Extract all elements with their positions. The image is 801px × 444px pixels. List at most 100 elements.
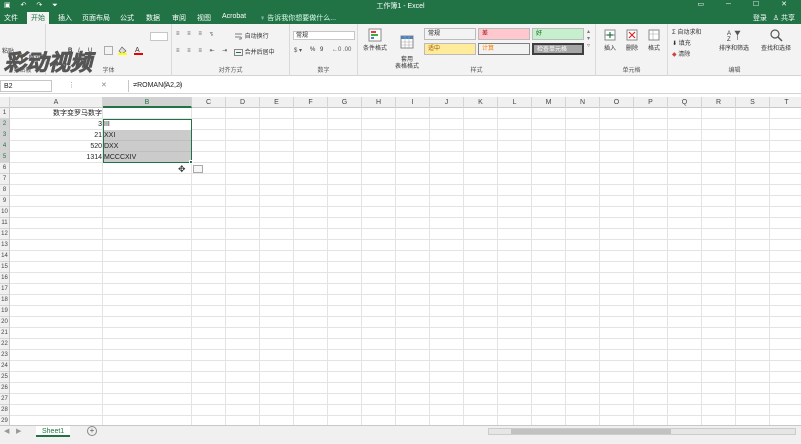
window-controls[interactable]: ▭ ─ ☐ ✕ [697,0,797,8]
sheet-nav-right-icon[interactable]: ▶ [16,427,21,435]
row-header-25[interactable]: 25 [0,372,10,383]
style-check-cell[interactable]: 检查单元格 [532,43,584,55]
tab-view[interactable]: 视图 [197,13,211,23]
style-good[interactable]: 好 [532,28,584,40]
row-header-18[interactable]: 18 [0,295,10,306]
cell-a3[interactable]: 21 [10,130,103,141]
share-button[interactable]: ♙ 共享 [773,15,795,22]
name-box[interactable]: B2 [0,80,52,92]
find-select-button[interactable]: 查找和选择 [756,28,796,52]
autosum-button[interactable]: Σ 自动求和 [672,27,701,36]
tell-me-search[interactable]: ♀ 告诉我你想要做什么... [260,13,336,23]
style-bad[interactable]: 差 [478,28,530,40]
style-calculation[interactable]: 计算 [478,43,530,55]
row-header-16[interactable]: 16 [0,273,10,284]
column-header-p[interactable]: P [634,97,668,108]
tab-review[interactable]: 审阅 [172,13,186,23]
percent-button[interactable]: % [310,47,315,53]
row-header-6[interactable]: 6 [0,163,10,174]
column-header-s[interactable]: S [736,97,770,108]
wrap-text-button[interactable]: 自动换行 [234,31,269,41]
row-header-13[interactable]: 13 [0,240,10,251]
style-neutral[interactable]: 适中 [424,43,476,55]
quick-analysis-icon[interactable] [193,165,203,173]
cell-a4[interactable]: 520 [10,141,103,152]
delete-cells-button[interactable]: 删除 [622,28,642,52]
font-size-combo[interactable] [150,32,168,41]
select-all-corner[interactable] [0,97,10,108]
tab-insert[interactable]: 插入 [58,13,72,23]
add-sheet-button[interactable]: + [87,426,97,436]
row-header-27[interactable]: 27 [0,394,10,405]
sheet-tab-sheet1[interactable]: Sheet1 [36,426,71,437]
row-header-26[interactable]: 26 [0,383,10,394]
row-header-22[interactable]: 22 [0,339,10,350]
row-header-8[interactable]: 8 [0,185,10,196]
row-header-11[interactable]: 11 [0,218,10,229]
horizontal-scroll-thumb[interactable] [511,429,671,434]
column-header-i[interactable]: I [396,97,430,108]
decimal-buttons[interactable]: ←0 .00 [332,47,351,53]
column-header-a[interactable]: A [10,97,103,108]
column-header-j[interactable]: J [430,97,464,108]
tab-page-layout[interactable]: 页面布局 [82,13,110,23]
column-header-f[interactable]: F [294,97,328,108]
cell-a1[interactable]: 数字变罗马数字 [10,108,103,119]
styles-scroll-arrows[interactable]: ▴ ▾ ▿ [587,28,590,49]
row-header-28[interactable]: 28 [0,405,10,416]
column-header-h[interactable]: H [362,97,396,108]
insert-cells-button[interactable]: 插入 [600,28,620,52]
cell-area[interactable]: ✥ 数字变罗马数字 3 III 21 XXI 520 DXX 1314 MCCCXIV [10,108,801,425]
number-format-combo[interactable]: 常规 [293,31,355,40]
column-header-n[interactable]: N [566,97,600,108]
format-cells-button[interactable]: 格式 [644,28,664,52]
align-top-row[interactable]: ≡ ≡ ≡ ⦪ [176,31,216,38]
row-header-4[interactable]: 4 [0,141,10,152]
cell-b5[interactable]: MCCCXIV [103,152,192,163]
tab-file[interactable]: 文件 [4,13,18,23]
row-header-15[interactable]: 15 [0,262,10,273]
row-header-14[interactable]: 14 [0,251,10,262]
comma-button[interactable]: 9 [320,47,323,53]
cell-a2[interactable]: 3 [10,119,103,130]
row-header-29[interactable]: 29 [0,416,10,425]
row-header-17[interactable]: 17 [0,284,10,295]
row-header-9[interactable]: 9 [0,196,10,207]
column-header-e[interactable]: E [260,97,294,108]
column-header-q[interactable]: Q [668,97,702,108]
column-header-g[interactable]: G [328,97,362,108]
column-header-o[interactable]: O [600,97,634,108]
sheet-nav-left-icon[interactable]: ◀ [4,427,9,435]
row-header-7[interactable]: 7 [0,174,10,185]
conditional-format-button[interactable]: 条件格式 [360,28,390,52]
tab-data[interactable]: 数据 [146,13,160,23]
column-header-t[interactable]: T [770,97,801,108]
currency-button[interactable]: $ ▾ [294,47,302,54]
row-header-20[interactable]: 20 [0,317,10,328]
column-header-m[interactable]: M [532,97,566,108]
merge-center-button[interactable]: 合并后居中 [234,47,275,57]
tab-formulas[interactable]: 公式 [120,13,134,23]
column-header-d[interactable]: D [226,97,260,108]
formula-input[interactable]: =ROMAN(A2,2) [128,80,799,92]
column-header-c[interactable]: C [192,97,226,108]
row-header-1[interactable]: 1 [0,108,10,119]
column-header-k[interactable]: K [464,97,498,108]
row-header-24[interactable]: 24 [0,361,10,372]
sort-filter-button[interactable]: AZ 排序和筛选 [714,28,754,52]
row-header-2[interactable]: 2 [0,119,10,130]
row-header-19[interactable]: 19 [0,306,10,317]
column-header-b[interactable]: B [103,97,192,108]
row-header-3[interactable]: 3 [0,130,10,141]
worksheet-grid[interactable]: ABCDEFGHIJKLMNOPQRST 1 2 3 4 5 6 7 8 9 10 11 12 13 14… [0,97,801,425]
tab-acrobat[interactable]: Acrobat [222,13,246,20]
cell-b4[interactable]: DXX [103,141,192,152]
row-header-10[interactable]: 10 [0,207,10,218]
column-header-r[interactable]: R [702,97,736,108]
row-header-12[interactable]: 12 [0,229,10,240]
login-link[interactable]: 登录 [753,15,767,22]
row-header-5[interactable]: 5 [0,152,10,163]
cell-b2[interactable]: III [103,119,192,130]
tab-home[interactable]: 开始 [27,12,49,24]
row-header-21[interactable]: 21 [0,328,10,339]
